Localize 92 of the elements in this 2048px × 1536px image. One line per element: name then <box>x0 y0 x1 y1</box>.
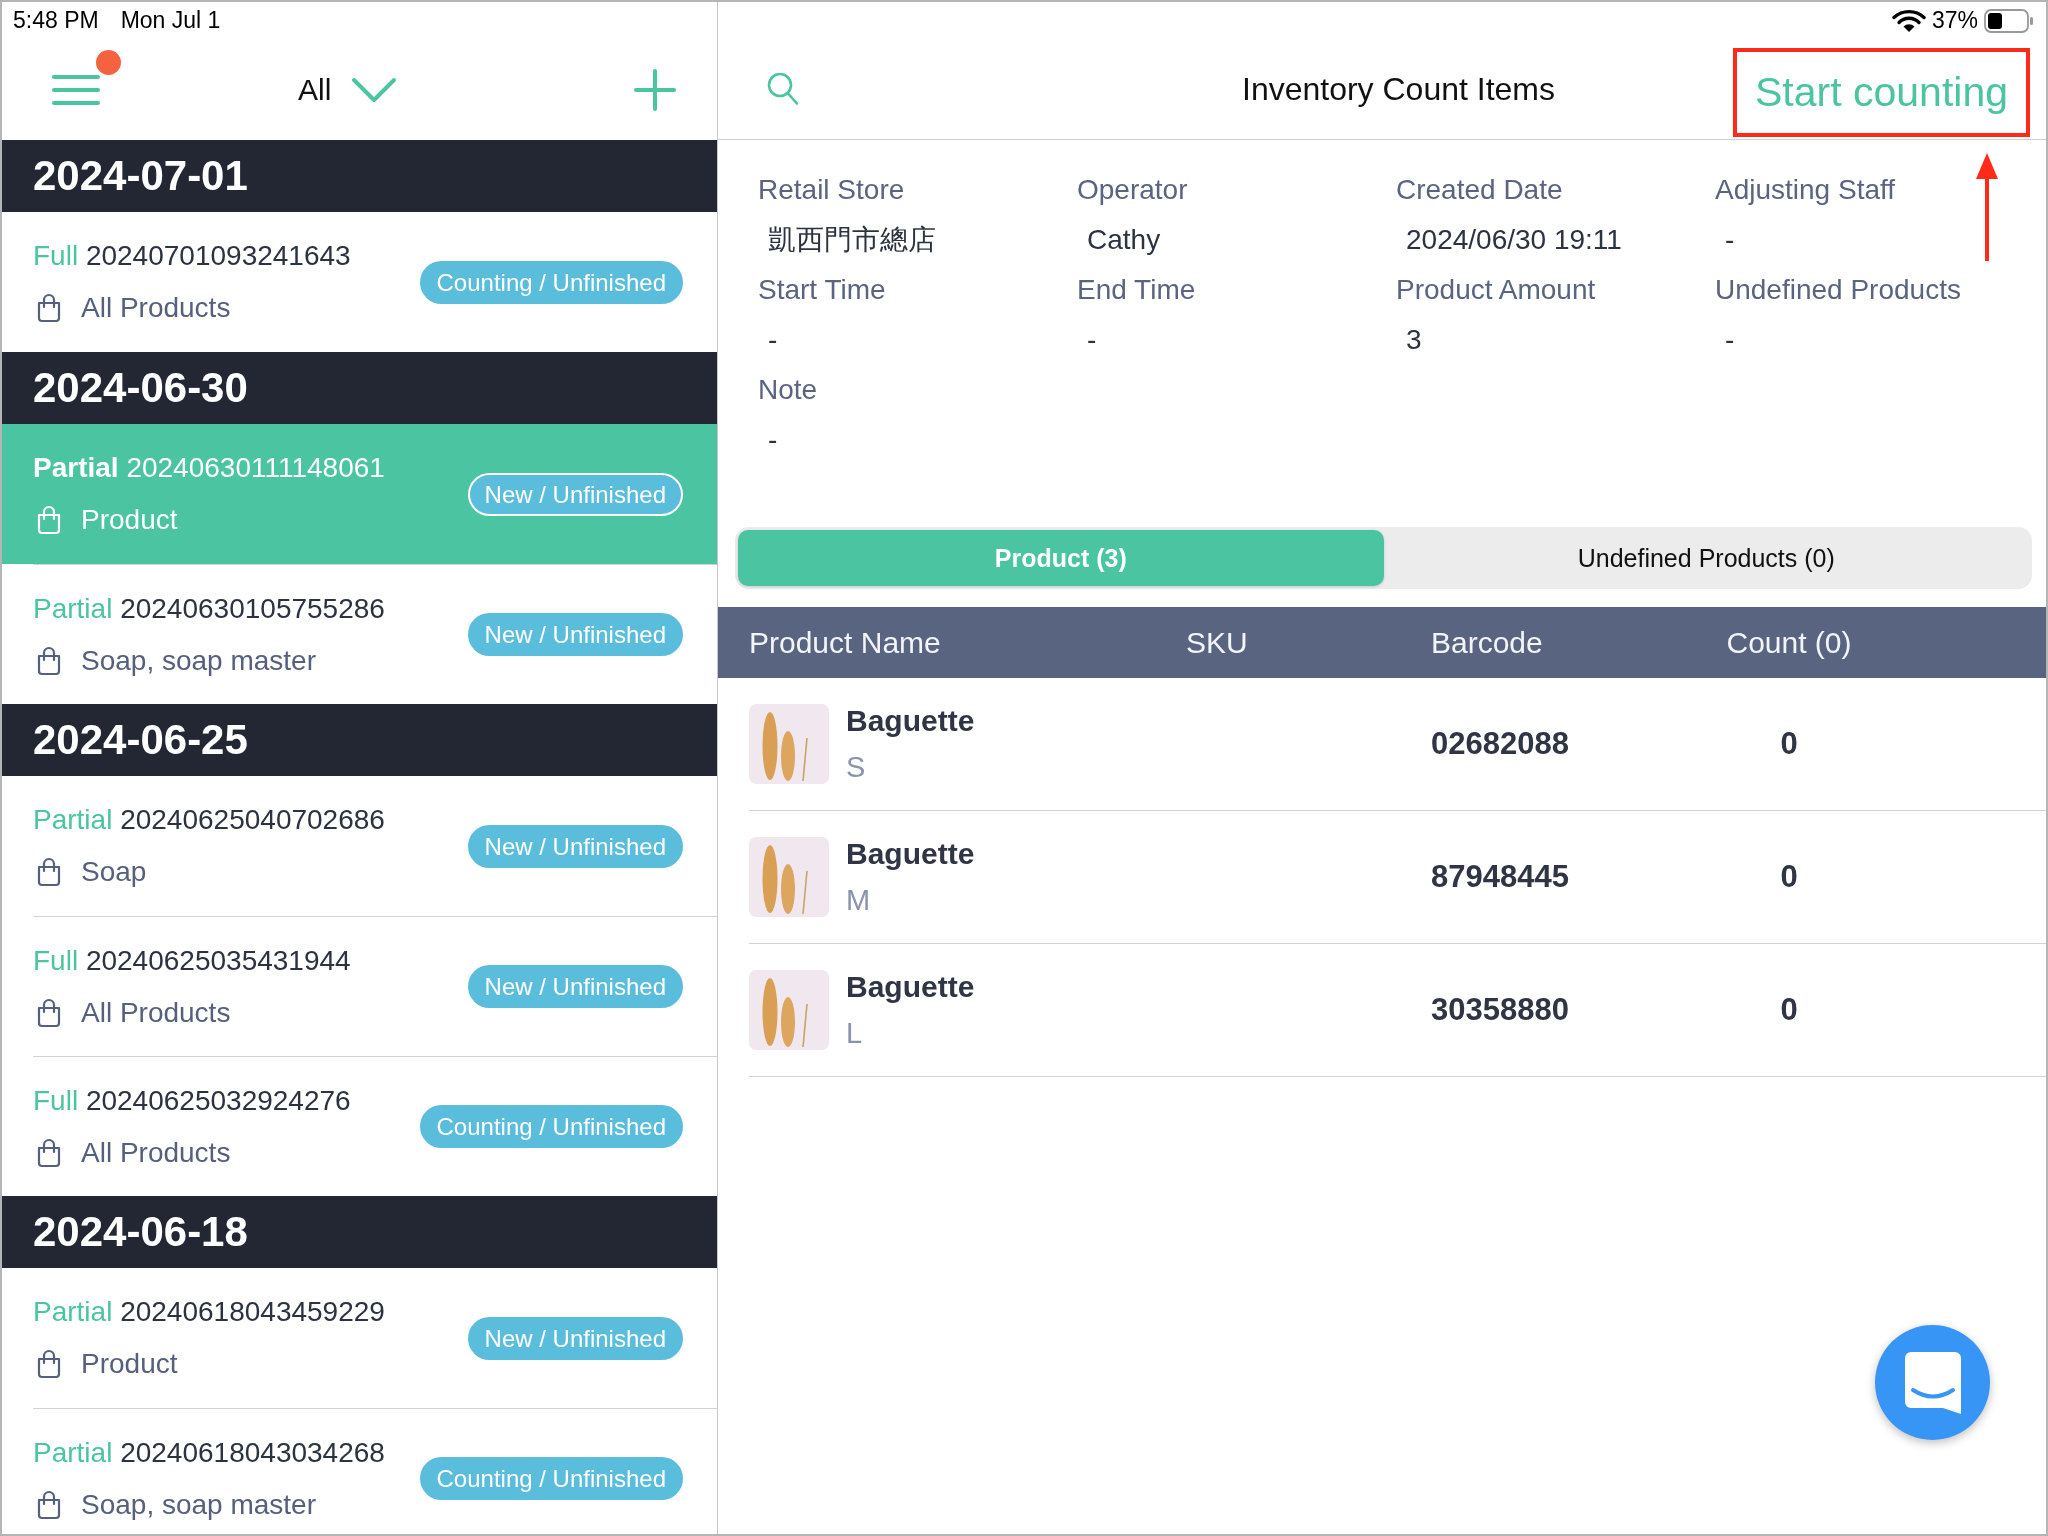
scope-text: Product <box>81 503 178 537</box>
product-name: Baguette <box>846 969 975 1005</box>
status-badge: Counting / Unfinished <box>419 1457 683 1500</box>
status-badge: New / Unfinished <box>467 613 683 656</box>
count-cell-text: 0 <box>1779 726 1799 762</box>
battery-percent: 37% <box>1931 7 1978 34</box>
field-label: Product Amount <box>1396 273 1597 307</box>
shopping-bag-icon <box>36 857 62 887</box>
field-value: 3 <box>1405 323 1423 357</box>
scope-text: All Products <box>81 1135 231 1170</box>
product-variant: M <box>846 883 872 918</box>
barcode-cell-text: 02682088 <box>1431 726 1570 762</box>
count-type: Partial <box>33 452 119 483</box>
count-type: Full <box>33 944 79 976</box>
date-header: 2024-07-01 <box>2 140 717 212</box>
barcode-cell-text: 87948445 <box>1431 859 1570 895</box>
product-variant: S <box>846 750 867 785</box>
scope-text: All Products <box>81 291 231 325</box>
status-badge: Counting / Unfinished <box>419 260 683 304</box>
count-type: Partial <box>33 592 113 624</box>
count-number: 20240625035431944 <box>85 944 351 976</box>
field-value: - <box>767 423 779 457</box>
search-icon[interactable] <box>767 72 799 106</box>
column-header: Count (0) <box>1725 625 1853 660</box>
wifi-icon <box>1891 8 1926 33</box>
count-number: 20240701093241643 <box>85 240 351 271</box>
field-value: 2024/06/30 19:11 <box>1405 223 1623 257</box>
scope-text: Soap, soap master <box>81 1487 317 1522</box>
shopping-bag-icon <box>36 1349 62 1379</box>
date-header: 2024-06-25 <box>2 704 717 776</box>
scope-text: Product <box>81 1347 178 1381</box>
status-badge: New / Unfinished <box>467 472 683 516</box>
scope-text: Soap, soap master <box>81 643 317 678</box>
chevron-down-icon <box>351 76 398 103</box>
field-label: Start Time <box>758 273 887 307</box>
chat-button[interactable] <box>1875 1325 1990 1440</box>
field-value: Cathy <box>1086 223 1162 257</box>
count-number: 20240625032924276 <box>85 1084 351 1116</box>
field-label: Adjusting Staff <box>1715 173 1897 207</box>
product-name: Baguette <box>846 703 975 739</box>
column-header: Barcode <box>1431 625 1544 660</box>
shopping-bag-icon <box>36 1137 62 1168</box>
date-header: 2024-06-18 <box>2 1196 717 1268</box>
status-badge: Counting / Unfinished <box>419 1105 683 1148</box>
status-date: Mon Jul 1 <box>120 7 221 34</box>
shopping-bag-icon <box>36 645 62 676</box>
field-label: Retail Store <box>758 173 906 207</box>
chat-bubble-icon <box>1904 1351 1961 1414</box>
add-icon[interactable] <box>634 68 676 111</box>
scope-text: All Products <box>81 995 231 1030</box>
count-type: Full <box>33 240 79 271</box>
field-value: - <box>1724 223 1736 257</box>
count-type: Partial <box>33 804 113 835</box>
status-badge: New / Unfinished <box>467 965 683 1008</box>
count-number: 20240630111148061 <box>126 452 385 483</box>
page-title: Inventory Count Items <box>1242 70 1555 108</box>
column-header: SKU <box>1186 625 1249 660</box>
tab[interactable]: Undefined Products (0) <box>1383 530 2029 586</box>
menu-icon[interactable] <box>52 73 100 106</box>
count-number: 20240625040702686 <box>120 804 385 835</box>
count-cell-text: 0 <box>1779 992 1799 1028</box>
barcode-cell-text: 30358880 <box>1431 992 1570 1028</box>
shopping-bag-icon <box>36 1489 62 1520</box>
product-variant: L <box>846 1016 864 1051</box>
field-value: - <box>1724 323 1736 357</box>
shopping-bag-icon <box>36 293 62 323</box>
shopping-bag-icon <box>36 505 62 535</box>
count-type: Partial <box>33 1296 113 1327</box>
status-badge: New / Unfinished <box>467 1316 683 1360</box>
count-number: 20240618043034268 <box>120 1436 385 1468</box>
field-value: - <box>1086 323 1098 357</box>
battery-icon <box>1984 8 2034 33</box>
status-badge: New / Unfinished <box>467 824 683 868</box>
count-number: 20240630105755286 <box>120 592 385 624</box>
status-time: 5:48 PM <box>13 7 99 34</box>
field-label: End Time <box>1077 273 1197 307</box>
field-label: Created Date <box>1396 173 1564 207</box>
field-value: 凱西門市總店 <box>767 223 937 257</box>
count-cell-text: 0 <box>1779 859 1799 895</box>
field-label: Operator <box>1077 173 1189 207</box>
field-label: Note <box>758 373 819 407</box>
count-type: Full <box>33 1084 79 1116</box>
field-label: Undefined Products <box>1715 273 1962 307</box>
date-header: 2024-06-30 <box>2 352 717 424</box>
column-header: Product Name <box>749 625 942 660</box>
field-value: - <box>767 323 779 357</box>
count-number: 20240618043459229 <box>120 1296 385 1327</box>
scope-text: Soap <box>81 855 147 889</box>
product-name: Baguette <box>846 836 975 872</box>
filter-dropdown[interactable]: All <box>298 72 398 107</box>
shopping-bag-icon <box>36 997 62 1028</box>
count-type: Partial <box>33 1436 113 1468</box>
